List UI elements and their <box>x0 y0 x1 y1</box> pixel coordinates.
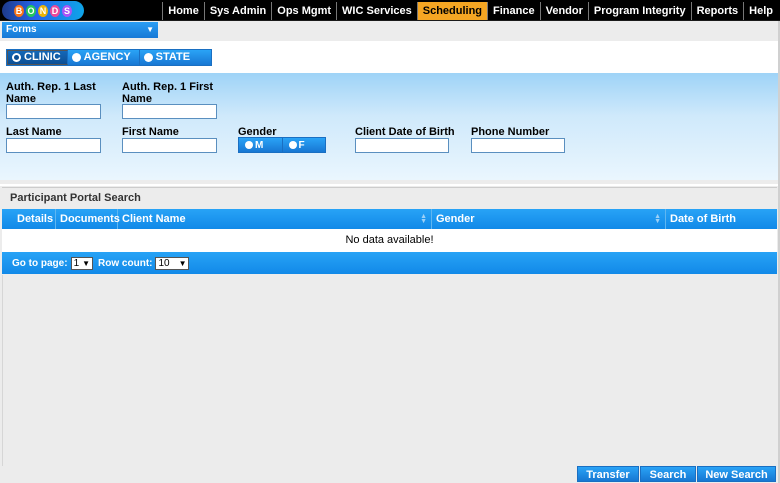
gender-f[interactable]: F <box>281 138 325 152</box>
col-documents[interactable]: Documents <box>56 209 120 229</box>
row-count-label: Row count: <box>98 257 153 269</box>
results-table-header: Details Documents Client Name ▲ ▼ Gender … <box>2 209 777 229</box>
main-nav: Home Sys Admin Ops Mgmt WIC Services Sch… <box>162 2 778 20</box>
radio-icon <box>245 141 253 149</box>
forms-dropdown-label: Forms <box>6 24 37 35</box>
chevron-down-icon: ▼ <box>146 25 154 34</box>
auth-rep-last-input[interactable] <box>6 104 101 119</box>
chevron-down-icon: ▼ <box>82 258 91 268</box>
row-count-select[interactable]: 10 ▼ <box>155 256 190 270</box>
gender-m-label: M <box>255 139 264 151</box>
dob-input[interactable] <box>355 138 449 153</box>
nav-ops-mgmt[interactable]: Ops Mgmt <box>271 2 337 20</box>
col-client-name[interactable]: Client Name ▲ ▼ <box>118 209 432 229</box>
top-bar: B O N D S Home Sys Admin Ops Mgmt WIC Se… <box>0 0 780 21</box>
content-area <box>2 275 777 483</box>
pager: Go to page: 1 ▼ Row count: 10 ▼ <box>2 252 777 274</box>
gender-toggle: M F <box>238 137 326 153</box>
nav-vendor[interactable]: Vendor <box>539 2 588 20</box>
transfer-button[interactable]: Transfer <box>577 466 639 482</box>
nav-reports[interactable]: Reports <box>690 2 744 20</box>
row-count-value: 10 <box>158 257 170 269</box>
forms-dropdown[interactable]: Forms ▼ <box>2 22 158 38</box>
col-gender[interactable]: Gender ▲ ▼ <box>432 209 666 229</box>
logo-letter: S <box>62 4 72 17</box>
bonds-logo[interactable]: B O N D S <box>2 1 84 20</box>
scope-state-label: STATE <box>155 51 191 63</box>
page-select-value: 1 <box>73 257 80 269</box>
radio-icon <box>71 53 81 62</box>
empty-message: No data available! <box>2 229 777 252</box>
phone-label: Phone Number <box>471 126 550 138</box>
last-name-input[interactable] <box>6 138 101 153</box>
search-button[interactable]: Search <box>640 466 696 482</box>
scope-clinic[interactable]: CLINIC <box>7 50 68 65</box>
logo-letter: O <box>26 4 36 17</box>
results-section: Participant Portal Search Details Docume… <box>2 187 777 275</box>
action-bar: Transfer Search New Search <box>0 466 780 483</box>
divider <box>0 184 780 186</box>
logo-letter: B <box>14 4 24 17</box>
nav-home[interactable]: Home <box>162 2 204 20</box>
logo-letter: N <box>38 4 48 17</box>
gender-m[interactable]: M <box>239 138 282 152</box>
goto-page-label: Go to page: <box>12 257 68 269</box>
col-details[interactable]: Details <box>2 209 56 229</box>
scope-clinic-label: CLINIC <box>24 51 61 63</box>
scope-state[interactable]: STATE <box>139 50 211 65</box>
first-name-label: First Name <box>122 126 179 138</box>
radio-icon <box>288 141 297 149</box>
phone-input[interactable] <box>471 138 565 153</box>
chevron-down-icon: ▼ <box>178 258 187 268</box>
nav-program-integrity[interactable]: Program Integrity <box>587 2 691 20</box>
col-client-name-label: Client Name <box>122 213 186 225</box>
nav-wic-services[interactable]: WIC Services <box>336 2 417 20</box>
page-body: Forms ▼ CLINIC AGENCY STATE Auth. Rep. 1… <box>0 21 780 483</box>
search-criteria-panel: Auth. Rep. 1 Last Name Auth. Rep. 1 Firs… <box>0 73 780 180</box>
first-name-input[interactable] <box>122 138 217 153</box>
gender-f-label: F <box>298 139 305 151</box>
auth-rep-first-label: Auth. Rep. 1 First Name <box>122 81 214 105</box>
page-select[interactable]: 1 ▼ <box>70 256 94 270</box>
last-name-label: Last Name <box>6 126 62 138</box>
scope-band: CLINIC AGENCY STATE <box>0 41 780 73</box>
auth-rep-first-input[interactable] <box>122 104 217 119</box>
auth-rep-last-label: Auth. Rep. 1 Last Name <box>6 81 96 105</box>
dob-label: Client Date of Birth <box>355 126 455 138</box>
nav-help[interactable]: Help <box>743 2 778 20</box>
sort-icon: ▲ ▼ <box>420 213 427 225</box>
scope-agency[interactable]: AGENCY <box>67 50 140 65</box>
nav-finance[interactable]: Finance <box>487 2 540 20</box>
sort-icon: ▲ ▼ <box>654 213 661 225</box>
logo-letter: D <box>50 4 60 17</box>
nav-scheduling[interactable]: Scheduling <box>416 2 488 20</box>
col-gender-label: Gender <box>436 213 475 225</box>
scope-selector: CLINIC AGENCY STATE <box>6 49 212 66</box>
radio-icon <box>143 53 153 62</box>
results-title: Participant Portal Search <box>2 187 777 207</box>
col-dob[interactable]: Date of Birth <box>666 209 777 229</box>
radio-icon <box>12 53 21 62</box>
new-search-button[interactable]: New Search <box>697 466 776 482</box>
nav-sys-admin[interactable]: Sys Admin <box>203 2 272 20</box>
scope-agency-label: AGENCY <box>83 51 131 63</box>
